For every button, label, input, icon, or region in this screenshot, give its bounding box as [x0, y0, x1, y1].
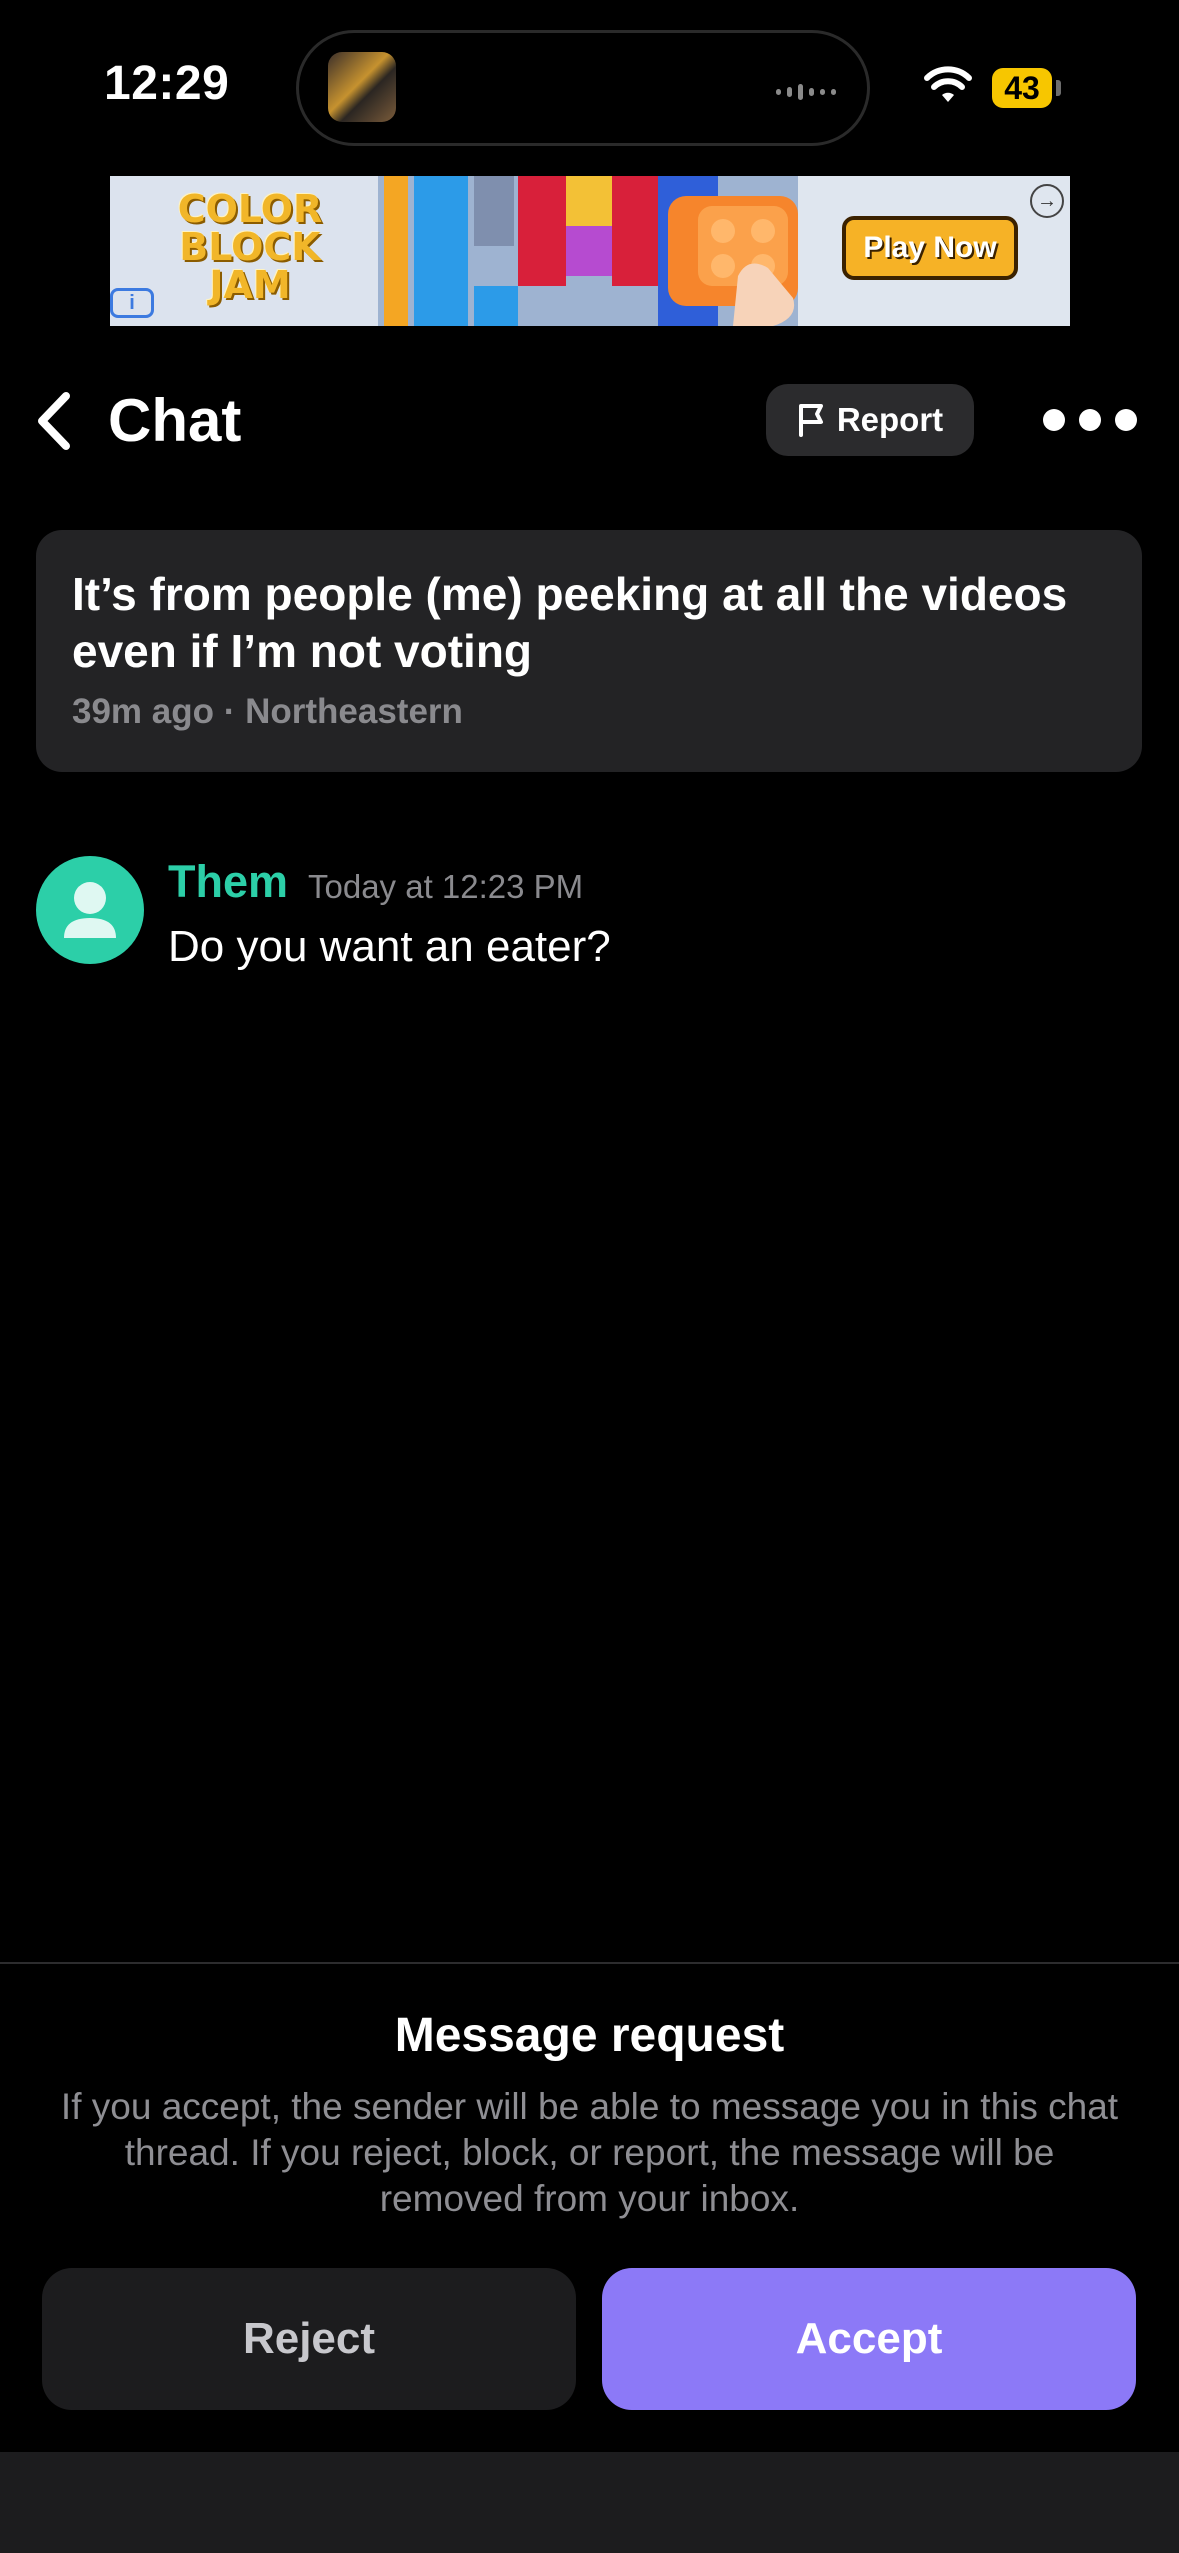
post-text: It’s from people (me) peeking at all the… [72, 568, 1068, 677]
divider [0, 1962, 1179, 1964]
message-timestamp: Today at 12:23 PM [308, 868, 584, 905]
person-icon [64, 882, 116, 938]
home-indicator-area [0, 2452, 1179, 2553]
ad-play-now-button[interactable]: Play Now [842, 216, 1018, 280]
ad-forward-icon[interactable]: → [1030, 184, 1064, 218]
ad-title: COLOR BLOCK JAM [177, 187, 323, 307]
flag-icon [798, 404, 823, 437]
ad-banner[interactable]: COLOR BLOCK JAM i Play Now → [110, 176, 1070, 326]
wifi-icon [924, 66, 972, 109]
avatar [36, 856, 144, 964]
block-puzzle-graphic [378, 176, 798, 326]
post-meta: 39m ago · Northeastern [72, 692, 463, 731]
request-title: Message request [394, 2009, 785, 2062]
battery-tip [1056, 80, 1061, 96]
page-title: Chat [108, 387, 242, 454]
report-button-label: Report [836, 401, 944, 438]
more-options-icon[interactable] [1030, 398, 1150, 442]
battery-indicator: 43 [992, 68, 1052, 108]
now-playing-thumbnail [328, 52, 396, 122]
status-time: 12:29 [104, 57, 230, 110]
reject-button[interactable]: Reject [42, 2268, 576, 2410]
ad-game-board [378, 176, 798, 326]
original-post-card[interactable]: It’s from people (me) peeking at all the… [36, 530, 1142, 772]
message-sender: Them [168, 856, 289, 907]
accept-button[interactable]: Accept [602, 2268, 1136, 2410]
audio-wave-icon [776, 84, 836, 100]
report-button[interactable]: Report [766, 384, 974, 456]
ad-info-icon[interactable]: i [110, 288, 154, 318]
back-chevron-icon[interactable] [34, 390, 74, 457]
request-description: If you accept, the sender will be able t… [60, 2086, 1119, 2219]
message-text: Do you want an eater? [168, 922, 611, 971]
